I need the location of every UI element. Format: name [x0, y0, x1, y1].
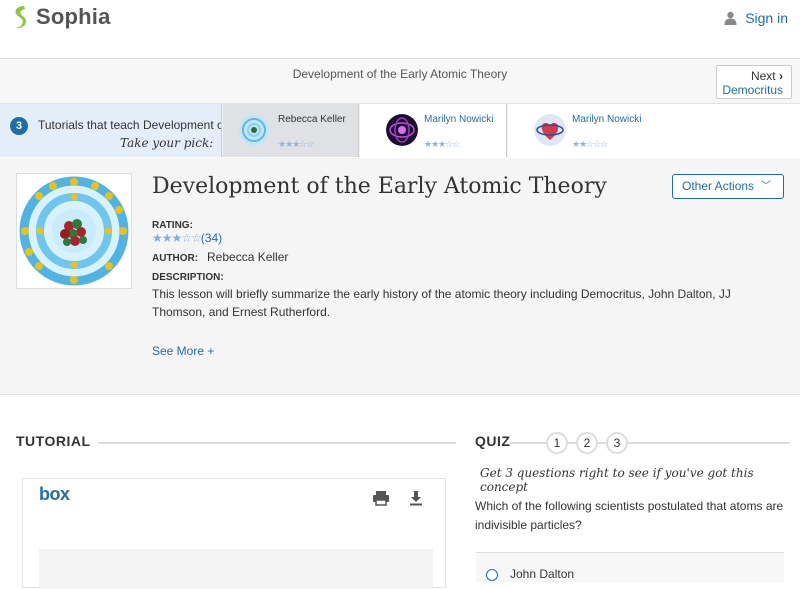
signin-label: Sign in	[745, 10, 788, 26]
tutorials-label: Tutorials that teach Development of the …	[38, 118, 221, 132]
download-icon[interactable]	[407, 489, 425, 507]
next-label: Next	[750, 69, 776, 83]
lesson-description: This lesson will briefly summarize the e…	[152, 287, 731, 319]
lesson-thumbnail	[16, 173, 132, 289]
other-actions-dropdown[interactable]: Other Actions ﹀	[672, 174, 784, 199]
atom-purple-icon	[386, 114, 418, 146]
radio-button[interactable]	[486, 569, 498, 581]
author-name: Rebecca Keller	[207, 250, 289, 264]
quiz-instruction: Get 3 questions right to see if you've g…	[480, 466, 754, 494]
other-actions-label: Other Actions	[682, 179, 755, 193]
tutorial-item-marilyn-nowicki-1[interactable]: Marilyn Nowicki ★★★☆☆	[360, 104, 507, 157]
atom-icon	[238, 114, 270, 146]
user-icon	[724, 11, 737, 25]
answer-option[interactable]: John Dalton	[476, 552, 784, 582]
author-label: AUTHOR:	[152, 253, 199, 264]
lesson-rating[interactable]: ★★★☆☆(34)	[152, 231, 222, 245]
tutorial-rating-stars: ★★★☆☆	[424, 139, 460, 149]
tutorial-rating-stars: ★★☆☆☆	[572, 139, 608, 149]
concept-title-bar: Development of the Early Atomic Theory N…	[0, 58, 800, 104]
lesson-details: Development of the Early Atomic Theory O…	[0, 158, 800, 395]
quiz-heading: QUIZ	[475, 433, 511, 449]
document-viewer: box	[22, 478, 446, 589]
next-concept-button[interactable]: Next › Democritus	[716, 65, 792, 99]
print-icon[interactable]	[372, 489, 390, 507]
signin-link[interactable]: Sign in	[724, 10, 788, 26]
tutorial-item-rebecca-keller[interactable]: Rebecca Keller ★★★☆☆	[223, 104, 359, 157]
take-your-pick: Take your pick:	[120, 136, 214, 150]
chevron-down-icon: ﹀	[761, 181, 771, 192]
box-logo: box	[39, 484, 70, 504]
tutorial-item-marilyn-nowicki-2[interactable]: Marilyn Nowicki ★★☆☆☆	[508, 104, 800, 157]
tutorial-author: Marilyn Nowicki	[424, 114, 494, 125]
top-bar: Sophia Sign in	[0, 0, 800, 38]
see-more-link[interactable]: See More +	[152, 344, 214, 358]
tutorial-heading: TUTORIAL	[16, 433, 91, 449]
sophia-logo-icon	[15, 6, 27, 29]
tutorial-count-badge: 3	[10, 117, 28, 135]
document-page	[39, 549, 433, 589]
answer-text: John Dalton	[510, 567, 575, 581]
sophia-logo[interactable]: Sophia	[10, 4, 111, 30]
chevron-right-icon: ›	[779, 69, 783, 83]
atom-model-icon	[19, 176, 129, 286]
rating-label: RATING:	[152, 220, 193, 231]
tutorial-rating-stars: ★★★☆☆	[278, 139, 314, 149]
tutorials-summary: 3 Tutorials that teach Development of th…	[0, 104, 222, 157]
quiz-step-1: 1	[546, 432, 568, 454]
divider	[98, 442, 456, 444]
quiz-step-2: 2	[576, 432, 598, 454]
rating-count: (34)	[200, 231, 223, 245]
concept-title: Development of the Early Atomic Theory	[292, 67, 508, 81]
quiz-question: Which of the following scientists postul…	[475, 499, 784, 532]
description-label: DESCRIPTION:	[152, 272, 224, 283]
tutorial-author: Marilyn Nowicki	[572, 114, 642, 125]
star-rating-icon: ★★★☆☆	[152, 231, 202, 245]
next-target: Democritus	[722, 83, 783, 97]
tutorials-bar: 3 Tutorials that teach Development of th…	[0, 104, 800, 157]
quiz-step-3: 3	[606, 432, 628, 454]
atom-heart-icon	[534, 114, 566, 146]
brand-name: Sophia	[36, 4, 111, 29]
tutorial-author: Rebecca Keller	[278, 114, 346, 125]
lesson-title: Development of the Early Atomic Theory	[152, 174, 607, 199]
